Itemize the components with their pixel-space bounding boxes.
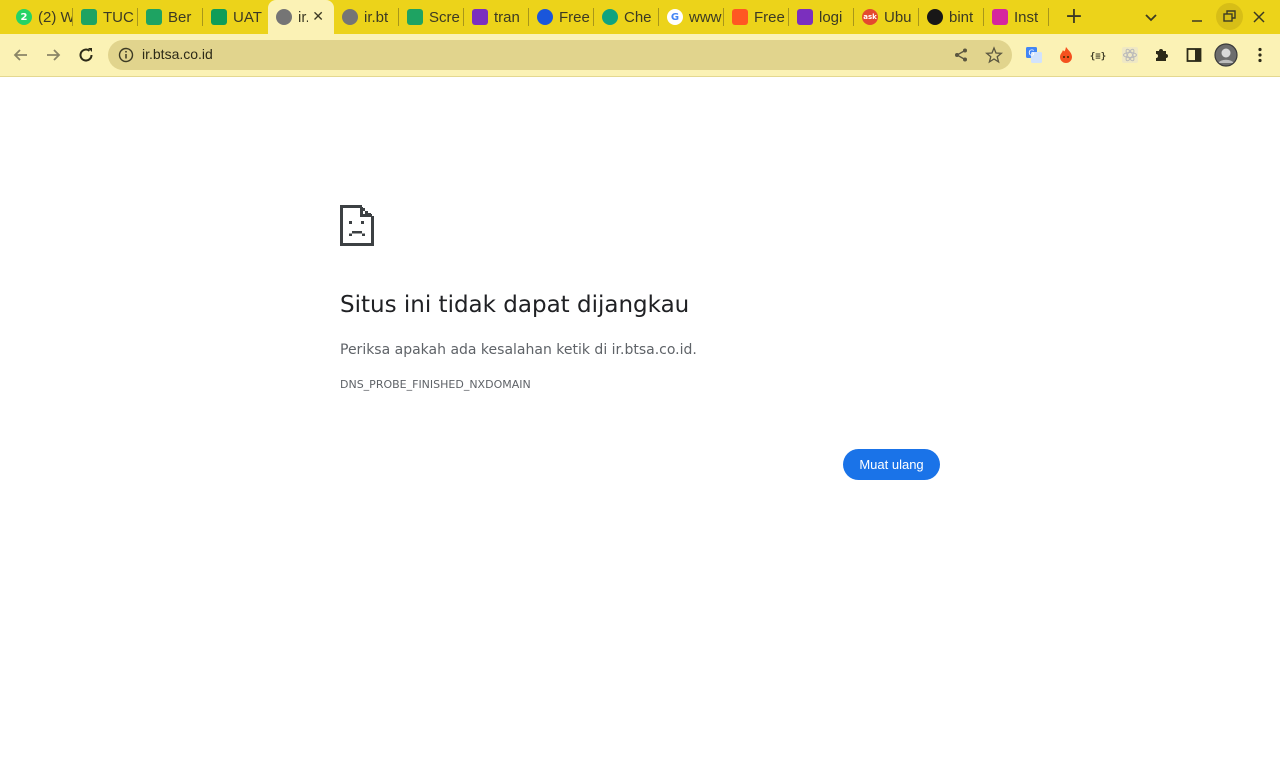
forward-button[interactable] <box>42 44 64 66</box>
extensions-button[interactable] <box>1152 45 1172 65</box>
tab-title: bint <box>949 8 974 26</box>
google-drive-icon <box>81 9 97 25</box>
tab-title: (2) W <box>38 8 72 26</box>
fire-icon <box>1060 47 1072 63</box>
browser-tab[interactable]: Free <box>724 0 789 34</box>
browser-tab[interactable]: bint <box>919 0 984 34</box>
tab-title: www <box>689 8 722 26</box>
translate-icon: G <box>1026 47 1042 63</box>
back-button[interactable] <box>10 44 32 66</box>
tab-title: tran <box>494 8 520 26</box>
tab-title: logi <box>819 8 843 26</box>
restore-button[interactable] <box>1216 3 1243 30</box>
openai-icon <box>602 9 618 25</box>
github-icon <box>927 9 943 25</box>
google-drive-icon <box>146 9 162 25</box>
tab-title: Inst <box>1014 8 1039 26</box>
side-panel-button[interactable] <box>1184 45 1204 65</box>
new-tab-button[interactable]: + <box>1063 6 1085 28</box>
browser-tab[interactable]: Che <box>594 0 659 34</box>
fire-extension[interactable] <box>1056 45 1076 65</box>
json-extension[interactable]: {≡} <box>1088 45 1108 65</box>
globe-icon <box>342 9 358 25</box>
tab-title: ir.bt <box>364 8 389 26</box>
url-text[interactable]: ir.btsa.co.id <box>142 46 213 62</box>
browser-tab[interactable]: Gwww <box>659 0 724 34</box>
browser-tab[interactable]: Inst <box>984 0 1049 34</box>
side-panel-icon <box>1186 48 1202 62</box>
react-icon <box>1122 47 1138 63</box>
tab-search-icon[interactable] <box>1142 8 1160 26</box>
google-sheets-icon <box>211 9 227 25</box>
browser-tab[interactable]: tran <box>464 0 529 34</box>
puzzle-icon <box>1156 49 1168 61</box>
svg-text:G: G <box>1028 49 1034 58</box>
google-drive-icon <box>407 9 423 25</box>
react-extension[interactable] <box>1120 45 1140 65</box>
reload-button[interactable] <box>75 44 97 66</box>
error-code: DNS_PROBE_FINISHED_NXDOMAIN <box>340 378 531 391</box>
minimize-icon[interactable] <box>1188 8 1206 26</box>
sad-document-icon <box>340 205 374 246</box>
tab-title: Free <box>754 8 785 26</box>
google-icon: G <box>667 9 683 25</box>
browser-tab[interactable]: Free <box>529 0 594 34</box>
freepik-icon <box>732 9 748 25</box>
error-title: Situs ini tidak dapat dijangkau <box>340 292 690 318</box>
back-arrow-icon <box>13 49 27 61</box>
globe-icon <box>276 9 292 25</box>
tab-title: Ber <box>168 8 192 26</box>
play-icon <box>537 9 553 25</box>
google-translate-extension[interactable]: G <box>1024 45 1044 65</box>
browser-tab[interactable]: ask Ubu <box>854 0 919 34</box>
tab-title: Free <box>559 8 590 26</box>
reload-page-button[interactable]: Muat ulang <box>843 449 940 480</box>
json-braces-icon: {≡} <box>1090 52 1106 62</box>
kebab-menu-icon <box>1258 47 1262 63</box>
error-description: Periksa apakah ada kesalahan ketik di ir… <box>340 342 697 358</box>
share-icon[interactable] <box>953 47 969 63</box>
profile-avatar[interactable] <box>1214 43 1238 67</box>
browser-tab[interactable]: Ber <box>138 0 203 34</box>
browser-menu-button[interactable] <box>1250 45 1270 65</box>
browser-tab[interactable]: ir.bt ✕ <box>268 0 334 34</box>
address-bar[interactable]: ir.btsa.co.id <box>108 40 1012 70</box>
tab-title: Che <box>624 8 652 26</box>
tab-close-icon[interactable]: ✕ <box>312 9 324 25</box>
tab-separator <box>1048 8 1049 26</box>
info-icon[interactable] <box>118 47 134 63</box>
whatsapp-icon: 2 <box>16 9 32 25</box>
avatar-icon <box>1214 43 1238 67</box>
tab-title: UAT <box>233 8 262 26</box>
app-icon <box>797 9 813 25</box>
browser-tab[interactable]: TUC <box>73 0 138 34</box>
reload-icon <box>79 48 93 62</box>
tab-title: Scre <box>429 8 460 26</box>
app-icon <box>472 9 488 25</box>
tab-strip: 2 (2) W TUC Ber UAT ir.bt ✕ ir.bt Scre tran Free Ch… <box>0 0 1280 34</box>
browser-tab[interactable]: ir.bt <box>334 0 399 34</box>
tab-title: ir.bt <box>298 8 308 26</box>
browser-tab[interactable]: Scre <box>399 0 464 34</box>
tab-list: 2 (2) W TUC Ber UAT ir.bt ✕ ir.bt Scre tran Free Ch… <box>8 0 1049 34</box>
tab-title: Ubu <box>884 8 912 26</box>
browser-tab[interactable]: logi <box>789 0 854 34</box>
ask-icon: ask <box>862 9 878 25</box>
browser-tab[interactable]: 2 (2) W <box>8 0 73 34</box>
forward-arrow-icon <box>47 49 61 61</box>
instagram-icon <box>992 9 1008 25</box>
window-close-icon[interactable] <box>1250 8 1268 26</box>
bookmark-star-icon[interactable] <box>985 46 1003 64</box>
restore-icon <box>1223 10 1236 22</box>
tab-title: TUC <box>103 8 134 26</box>
browser-tab[interactable]: UAT <box>203 0 268 34</box>
svg-text:{≡}: {≡} <box>1090 52 1106 62</box>
